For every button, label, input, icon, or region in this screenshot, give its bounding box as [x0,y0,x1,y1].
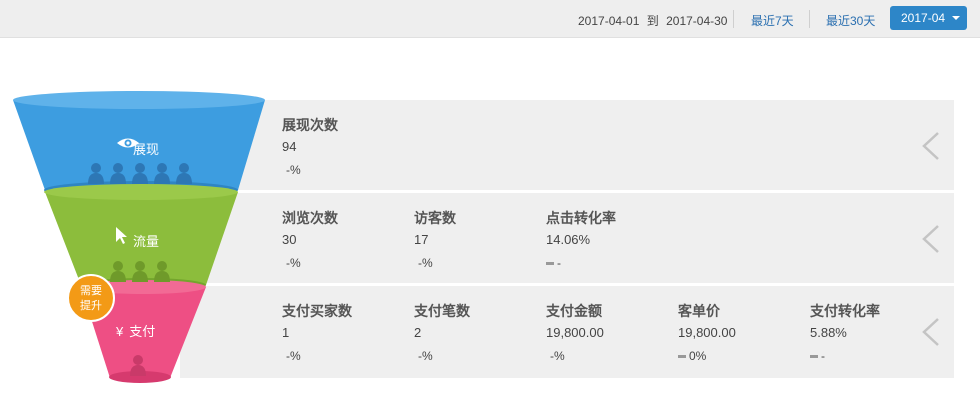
exposure-row: 展现次数 94 -% [180,100,954,190]
flat-dash-icon [810,355,818,359]
metric-change: 0% [678,349,706,363]
last-7-days-link[interactable]: 最近7天 [751,12,794,29]
metric-value: 5.88% [810,325,847,340]
flat-dash-icon [546,262,554,266]
metric-change-text: - [821,349,825,363]
metric-value: 30 [282,232,297,247]
flat-dash-icon [678,355,686,359]
metric-label: 支付笔数 [414,303,470,319]
traffic-row: 浏览次数 30 -% 访客数 17 -% 点击转化率 14.06% - [180,193,954,283]
month-select-button[interactable]: 2017-04 [890,6,967,30]
chevron-left-icon[interactable] [920,317,940,347]
date-separator: 到 [646,14,659,28]
divider [733,10,734,28]
metric-label: 浏览次数 [282,210,338,226]
metric-change-text: 0% [689,349,707,363]
chevron-left-icon[interactable] [920,131,940,161]
metric-label: 展现次数 [282,117,338,133]
toolbar: 2017-04-01 到 2017-04-30 最近7天 最近30天 2017-… [0,0,980,38]
funnel-rim [44,184,238,200]
badge-line-1: 需要 [80,285,102,297]
chevron-left-icon[interactable] [920,224,940,254]
funnel-top-rim [13,91,265,109]
metric-change: -% [286,256,301,270]
metric-change: -% [286,349,301,363]
metric-label: 支付金额 [546,303,602,319]
metric-value: 94 [282,139,297,154]
metric-change-text: - [557,256,561,270]
metric-change: -% [418,349,433,363]
metric-change: - [546,256,561,270]
metric-value: 1 [282,325,290,340]
metric-label: 点击转化率 [546,210,616,226]
metric-change: - [810,349,825,363]
metric-label: 支付买家数 [282,303,352,319]
stage-label-exposure: 展现 [133,142,160,157]
metric-change: -% [418,256,433,270]
caret-down-icon [952,16,960,20]
metric-value: 19,800.00 [678,325,736,340]
payment-row: 支付买家数 1 -% 支付笔数 2 -% 支付金额 19,800.00 -% 客… [180,286,954,378]
month-select-label: 2017-04 [901,11,946,25]
conversion-funnel: 展现 流量 ¥ 支付 [10,88,272,388]
needs-improvement-badge: 需要 提升 [67,274,115,322]
stage-label-payment: ¥ 支付 [116,321,155,340]
yuan-icon: ¥ [116,324,124,339]
date-range: 2017-04-01 到 2017-04-30 [578,12,727,29]
divider [809,10,810,28]
people-icon-group [110,261,170,282]
stage-label-payment-text: 支付 [129,324,156,339]
metric-change: -% [550,349,565,363]
metric-change: -% [286,163,301,177]
badge-line-2: 提升 [80,300,102,312]
date-end: 2017-04-30 [666,14,728,28]
metric-value: 19,800.00 [546,325,604,340]
metric-label: 访客数 [414,210,456,226]
metric-value: 14.06% [546,232,591,247]
last-30-days-link[interactable]: 最近30天 [826,12,875,29]
metric-value: 2 [414,325,422,340]
metric-value: 17 [414,232,429,247]
metric-label: 客单价 [678,303,720,319]
date-start: 2017-04-01 [578,14,640,28]
metric-label: 支付转化率 [810,303,880,319]
stage-label-traffic: 流量 [133,234,160,249]
